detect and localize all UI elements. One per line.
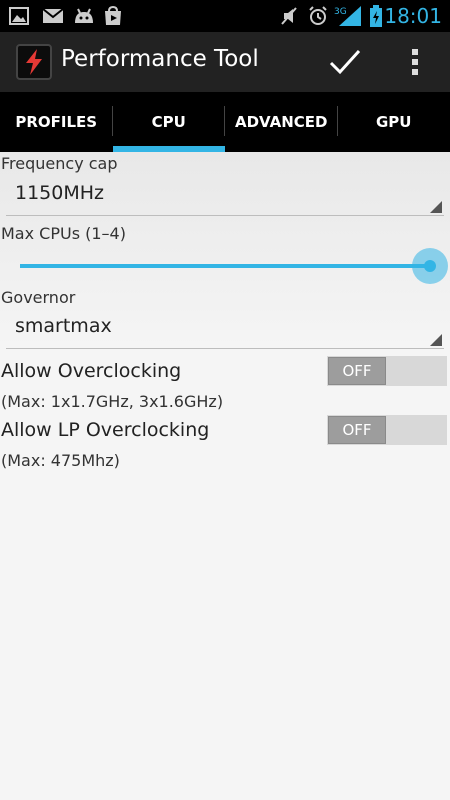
frequency-cap-value: 1150MHz xyxy=(15,182,105,204)
alarm-icon xyxy=(308,6,328,26)
cpu-settings-panel: Frequency cap 1150MHz Max CPUs (1–4) Gov… xyxy=(0,152,450,800)
governor-spinner[interactable]: smartmax xyxy=(6,305,444,349)
allow-lp-overclocking-toggle[interactable]: OFF xyxy=(327,415,447,445)
mute-icon xyxy=(280,6,298,26)
tab-gpu[interactable]: GPU xyxy=(338,92,450,152)
gallery-icon xyxy=(9,6,29,26)
checkmark-icon xyxy=(329,49,361,75)
play-store-icon xyxy=(103,6,123,26)
app-title: Performance Tool xyxy=(61,46,259,72)
allow-overclocking-toggle[interactable]: OFF xyxy=(327,356,447,386)
lightning-bolt-icon xyxy=(26,49,42,75)
android-icon xyxy=(72,6,96,26)
allow-overclocking-label: Allow Overclocking xyxy=(1,360,182,382)
battery-icon xyxy=(369,5,383,27)
overflow-menu-icon xyxy=(412,49,418,75)
tab-advanced[interactable]: ADVANCED xyxy=(225,92,338,152)
max-cpus-slider-thumb[interactable] xyxy=(424,260,436,272)
tab-profiles[interactable]: PROFILES xyxy=(0,92,113,152)
allow-lp-overclocking-note: (Max: 475Mhz) xyxy=(1,451,120,470)
network-type-label: 3G xyxy=(334,7,347,17)
confirm-button[interactable] xyxy=(315,32,375,92)
dropdown-arrow-icon xyxy=(430,201,442,213)
tab-bar: PROFILES CPU ADVANCED GPU xyxy=(0,92,450,152)
app-icon xyxy=(16,44,52,80)
clock: 18:01 xyxy=(384,4,442,28)
signal-icon: 3G xyxy=(333,6,363,26)
action-bar: Performance Tool xyxy=(0,32,450,92)
allow-overclocking-note: (Max: 1x1.7GHz, 3x1.6GHz) xyxy=(1,392,224,411)
tab-cpu[interactable]: CPU xyxy=(112,92,226,152)
gmail-icon xyxy=(42,6,64,26)
governor-value: smartmax xyxy=(15,315,112,337)
max-cpus-label: Max CPUs (1–4) xyxy=(1,224,126,243)
frequency-cap-label: Frequency cap xyxy=(1,154,118,173)
frequency-cap-spinner[interactable]: 1150MHz xyxy=(6,172,444,216)
status-bar: 3G 18:01 xyxy=(0,0,450,32)
toggle-knob: OFF xyxy=(328,357,386,385)
allow-lp-overclocking-label: Allow LP Overclocking xyxy=(1,419,210,441)
max-cpus-slider-track[interactable] xyxy=(20,264,430,268)
overflow-menu-button[interactable] xyxy=(385,32,445,92)
toggle-knob: OFF xyxy=(328,416,386,444)
dropdown-arrow-icon xyxy=(430,334,442,346)
